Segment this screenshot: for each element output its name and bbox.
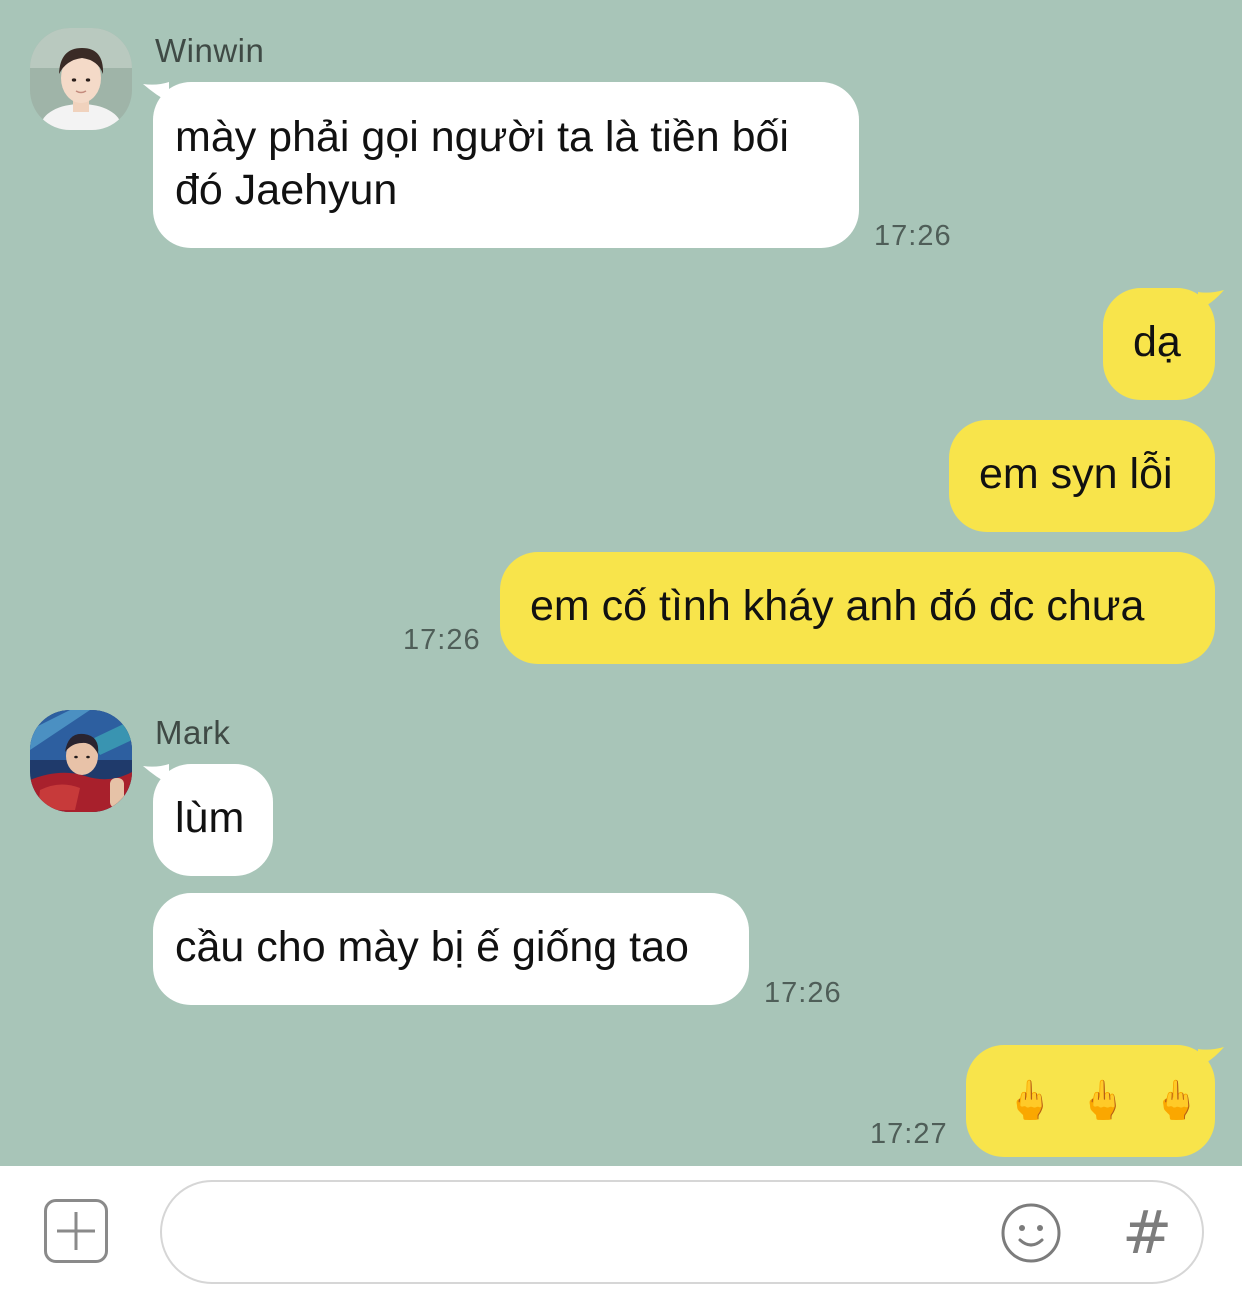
message-time: 17:26 xyxy=(874,220,952,252)
bubble-tail xyxy=(143,764,169,784)
emoji-row: 🖕 🖕 🖕 xyxy=(1006,1045,1215,1157)
message-bubble[interactable]: em syn lỗi xyxy=(949,420,1215,532)
attach-button[interactable] xyxy=(44,1199,108,1263)
message-time: 17:27 xyxy=(870,1118,948,1150)
avatar-mark-image xyxy=(30,710,132,812)
message-bubble[interactable]: mày phải gọi người ta là tiền bối đó Jae… xyxy=(153,82,859,248)
bubble-tail xyxy=(143,82,169,102)
message-bubble[interactable]: em cố tình kháy anh đó đc chưa xyxy=(500,552,1215,664)
message-text: lùm xyxy=(175,794,245,842)
middle-finger-emoji: 🖕 xyxy=(1152,1079,1200,1122)
emoji-button[interactable] xyxy=(1000,1202,1062,1264)
avatar-winwin[interactable] xyxy=(30,28,132,130)
bubble-tail xyxy=(1198,290,1224,310)
message-time: 17:26 xyxy=(403,624,481,656)
message-text: em syn lỗi xyxy=(979,450,1173,498)
message-line: mày phải gọi người ta là tiền bối xyxy=(175,113,789,161)
sender-name-winwin: Winwin xyxy=(155,32,265,69)
message-text: dạ xyxy=(1133,318,1181,366)
middle-finger-emoji: 🖕 xyxy=(1006,1079,1054,1122)
middle-finger-emoji: 🖕 xyxy=(1079,1079,1127,1122)
message-bubble[interactable]: 🖕 🖕 🖕 xyxy=(966,1045,1215,1157)
message-bubble[interactable]: cầu cho mày bị ế giống tao xyxy=(153,893,749,1005)
message-text: cầu cho mày bị ế giống tao xyxy=(175,923,689,971)
message-input-bar: # xyxy=(0,1166,1242,1299)
avatar-mark[interactable] xyxy=(30,710,132,812)
sender-name-mark: Mark xyxy=(155,714,231,751)
chat-area[interactable]: Winwin mày phải gọi người ta là tiền bối… xyxy=(0,0,1242,1166)
bubble-tail xyxy=(1198,1047,1224,1067)
hashtag-button[interactable]: # xyxy=(1122,1196,1172,1270)
smiley-icon xyxy=(1001,1203,1061,1263)
avatar-winwin-image xyxy=(30,28,132,130)
plus-icon xyxy=(57,1212,95,1250)
message-input[interactable]: # xyxy=(160,1180,1204,1284)
message-bubble[interactable]: lùm xyxy=(153,764,273,876)
message-time: 17:26 xyxy=(764,977,842,1009)
message-text: em cố tình kháy anh đó đc chưa xyxy=(530,582,1145,630)
message-line: đó Jaehyun xyxy=(175,166,398,214)
